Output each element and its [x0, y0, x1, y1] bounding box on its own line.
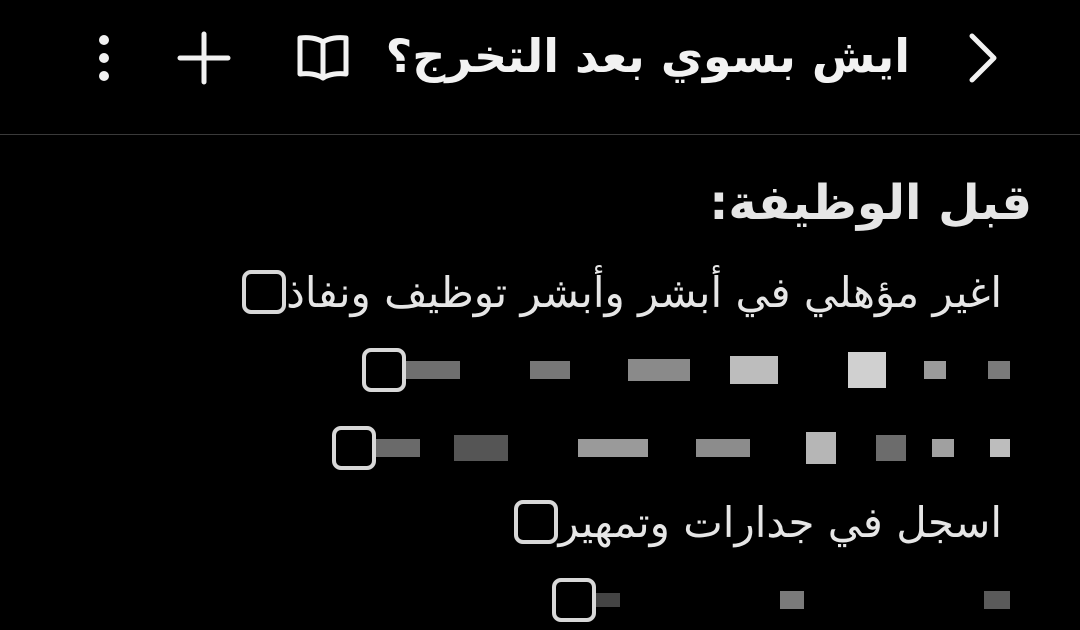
checklist-item-redacted[interactable]	[362, 340, 1028, 400]
checkbox[interactable]	[552, 578, 596, 622]
checkbox[interactable]	[362, 348, 406, 392]
checklist-item-text: اغير مؤهلي في أبشر وأبشر توظيف ونفاذ	[286, 267, 1002, 317]
book-open-icon[interactable]	[294, 30, 352, 86]
checklist-item[interactable]: اغير مؤهلي في أبشر وأبشر توظيف ونفاذ	[242, 262, 1028, 322]
redacted-text	[376, 418, 1010, 478]
redacted-text	[406, 340, 1010, 400]
checklist-item-redacted[interactable]	[332, 418, 1028, 478]
section-heading: قبل الوظيفة:	[709, 175, 1032, 231]
checklist-item[interactable]: اسجل في جدارات وتمهير	[514, 492, 1028, 552]
redacted-text	[596, 570, 1010, 630]
chevron-right-icon[interactable]	[960, 28, 1004, 88]
page-title: ايش بسوي بعد التخرج؟	[385, 29, 910, 83]
plus-icon[interactable]	[174, 28, 234, 88]
top-app-bar: ايش بسوي بعد التخرج؟	[0, 0, 1080, 134]
checkbox[interactable]	[332, 426, 376, 470]
checklist-item-redacted[interactable]	[552, 570, 1028, 630]
checklist-item-text: اسجل في جدارات وتمهير	[558, 497, 1002, 547]
note-content: قبل الوظيفة: اغير مؤهلي في أبشر وأبشر تو…	[0, 135, 1080, 622]
checkbox[interactable]	[514, 500, 559, 544]
more-vert-icon[interactable]	[82, 30, 126, 86]
checkbox[interactable]	[242, 270, 287, 314]
